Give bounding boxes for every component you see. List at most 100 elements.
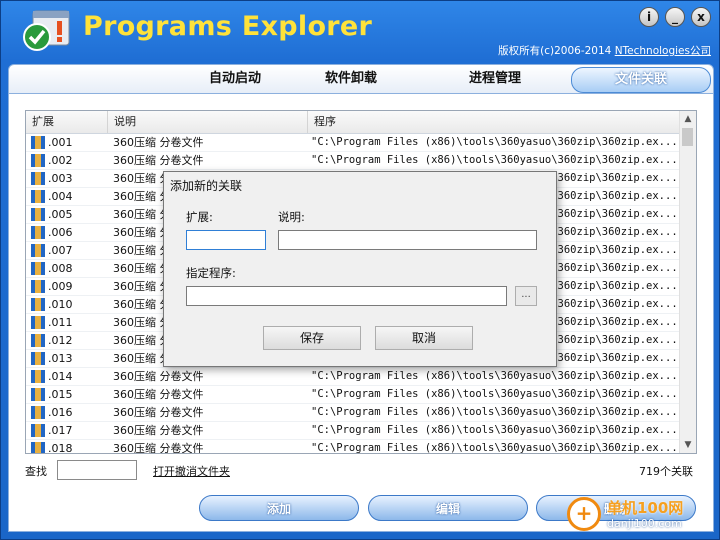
row-ext: .005 (48, 208, 73, 221)
row-ext: .010 (48, 298, 73, 311)
row-desc: 360压缩 分卷文件 (113, 424, 204, 437)
open-undo-folder-link[interactable]: 打开撤消文件夹 (153, 463, 230, 479)
row-ext: .008 (48, 262, 73, 275)
file-type-icon (31, 280, 45, 293)
window-controls: i _ x (639, 7, 711, 27)
add-association-dialog: 添加新的关联 扩展: 说明: 指定程序: ... 保存 取消 (163, 171, 557, 367)
program-label: 指定程序: (186, 266, 236, 280)
watermark-name: 单机100网 (607, 499, 684, 517)
copyright-text: 版权所有(c)2006-2014 NTechnologies公司 (498, 43, 711, 58)
row-ext: .003 (48, 172, 73, 185)
row-ext: .016 (48, 406, 73, 419)
dialog-title: 添加新的关联 (170, 179, 243, 193)
add-button[interactable]: 添加 (199, 495, 359, 521)
column-header-ext[interactable]: 扩展 (26, 111, 108, 133)
search-label: 查找 (25, 465, 47, 478)
table-row[interactable]: .016 360压缩 分卷文件 "C:\Program Files (x86)\to… (26, 404, 680, 422)
table-row[interactable]: .001 360压缩 分卷文件 "C:\Program Files (x86)\to… (26, 134, 680, 152)
file-type-icon (31, 406, 45, 419)
company-link[interactable]: NTechnologies公司 (615, 45, 711, 57)
row-desc: 360压缩 分卷文件 (113, 370, 204, 383)
file-type-icon (31, 172, 45, 185)
file-type-icon (31, 298, 45, 311)
row-ext: .011 (48, 316, 73, 329)
scroll-thumb[interactable] (682, 128, 693, 146)
watermark-logo-icon: + (567, 497, 601, 531)
scroll-up-icon[interactable]: ▲ (680, 111, 696, 127)
file-type-icon (31, 244, 45, 257)
association-count: 719个关联 (639, 465, 693, 478)
desc-label: 说明: (278, 210, 305, 224)
row-ext: .017 (48, 424, 73, 437)
file-type-icon (31, 316, 45, 329)
ext-input[interactable] (186, 230, 266, 250)
save-button[interactable]: 保存 (263, 326, 361, 350)
file-type-icon (31, 334, 45, 347)
table-row[interactable]: .018 360压缩 分卷文件 "C:\Program Files (x86)\to… (26, 440, 680, 454)
file-type-icon (31, 370, 45, 383)
table-row[interactable]: .002 360压缩 分卷文件 "C:\Program Files (x86)\to… (26, 152, 680, 170)
column-header-program[interactable]: 程序 (308, 111, 682, 133)
row-program: "C:\Program Files (x86)\tools\360yasuo\3… (311, 388, 678, 400)
file-type-icon (31, 190, 45, 203)
tab-file-association[interactable]: 文件关联 (571, 67, 711, 93)
row-program: "C:\Program Files (x86)\tools\360yasuo\3… (311, 154, 678, 166)
watermark-badge: + 单机100网 danji100.com (565, 495, 715, 535)
row-program: "C:\Program Files (x86)\tools\360yasuo\3… (311, 442, 678, 454)
scroll-down-icon[interactable]: ▼ (680, 437, 696, 453)
minimize-button[interactable]: _ (665, 7, 685, 27)
row-desc: 360压缩 分卷文件 (113, 388, 204, 401)
row-ext: .018 (48, 442, 73, 454)
browse-button[interactable]: ... (515, 286, 537, 306)
vertical-scrollbar[interactable]: ▲ ▼ (679, 111, 696, 453)
table-row[interactable]: .014 360压缩 分卷文件 "C:\Program Files (x86)\to… (26, 368, 680, 386)
copyright-prefix: 版权所有(c)2006-2014 (498, 45, 615, 57)
row-program: "C:\Program Files (x86)\tools\360yasuo\3… (311, 370, 678, 382)
file-type-icon (31, 442, 45, 453)
row-desc: 360压缩 分卷文件 (113, 442, 204, 454)
file-type-icon (31, 388, 45, 401)
row-ext: .012 (48, 334, 73, 347)
row-ext: .013 (48, 352, 73, 365)
row-ext: .015 (48, 388, 73, 401)
program-input[interactable] (186, 286, 507, 306)
row-ext: .014 (48, 370, 73, 383)
row-ext: .007 (48, 244, 73, 257)
row-program: "C:\Program Files (x86)\tools\360yasuo\3… (311, 406, 678, 418)
row-desc: 360压缩 分卷文件 (113, 136, 204, 149)
watermark-url: danji100.com (607, 517, 682, 530)
file-type-icon (31, 208, 45, 221)
tab-process[interactable]: 进程管理 (435, 65, 555, 93)
ext-label: 扩展: (186, 210, 213, 224)
file-type-icon (31, 352, 45, 365)
file-type-icon (31, 154, 45, 167)
row-ext: .004 (48, 190, 73, 203)
file-type-icon (31, 136, 45, 149)
row-desc: 360压缩 分卷文件 (113, 154, 204, 167)
file-type-icon (31, 424, 45, 437)
app-logo-icon (23, 10, 70, 51)
row-ext: .006 (48, 226, 73, 239)
main-nav: 自动启动 软件卸载 进程管理 文件关联 (8, 64, 714, 94)
row-program: "C:\Program Files (x86)\tools\360yasuo\3… (311, 136, 678, 148)
cancel-button[interactable]: 取消 (375, 326, 473, 350)
table-header: 扩展 说明 程序 (26, 111, 680, 134)
main-window: Programs Explorer i _ x 版权所有(c)2006-2014… (0, 0, 720, 540)
close-button[interactable]: x (691, 7, 711, 27)
table-row[interactable]: .017 360压缩 分卷文件 "C:\Program Files (x86)\to… (26, 422, 680, 440)
row-ext: .001 (48, 136, 73, 149)
row-ext: .009 (48, 280, 73, 293)
row-program: "C:\Program Files (x86)\tools\360yasuo\3… (311, 424, 678, 436)
table-row[interactable]: .015 360压缩 分卷文件 "C:\Program Files (x86)\to… (26, 386, 680, 404)
file-type-icon (31, 262, 45, 275)
row-ext: .002 (48, 154, 73, 167)
tab-uninstall[interactable]: 软件卸载 (291, 65, 411, 93)
tab-autostart[interactable]: 自动启动 (175, 65, 295, 93)
search-input[interactable] (57, 460, 137, 480)
file-type-icon (31, 226, 45, 239)
info-button[interactable]: i (639, 7, 659, 27)
app-title: Programs Explorer (83, 11, 373, 42)
edit-button[interactable]: 编辑 (368, 495, 528, 521)
desc-input[interactable] (278, 230, 537, 250)
column-header-desc[interactable]: 说明 (108, 111, 308, 133)
